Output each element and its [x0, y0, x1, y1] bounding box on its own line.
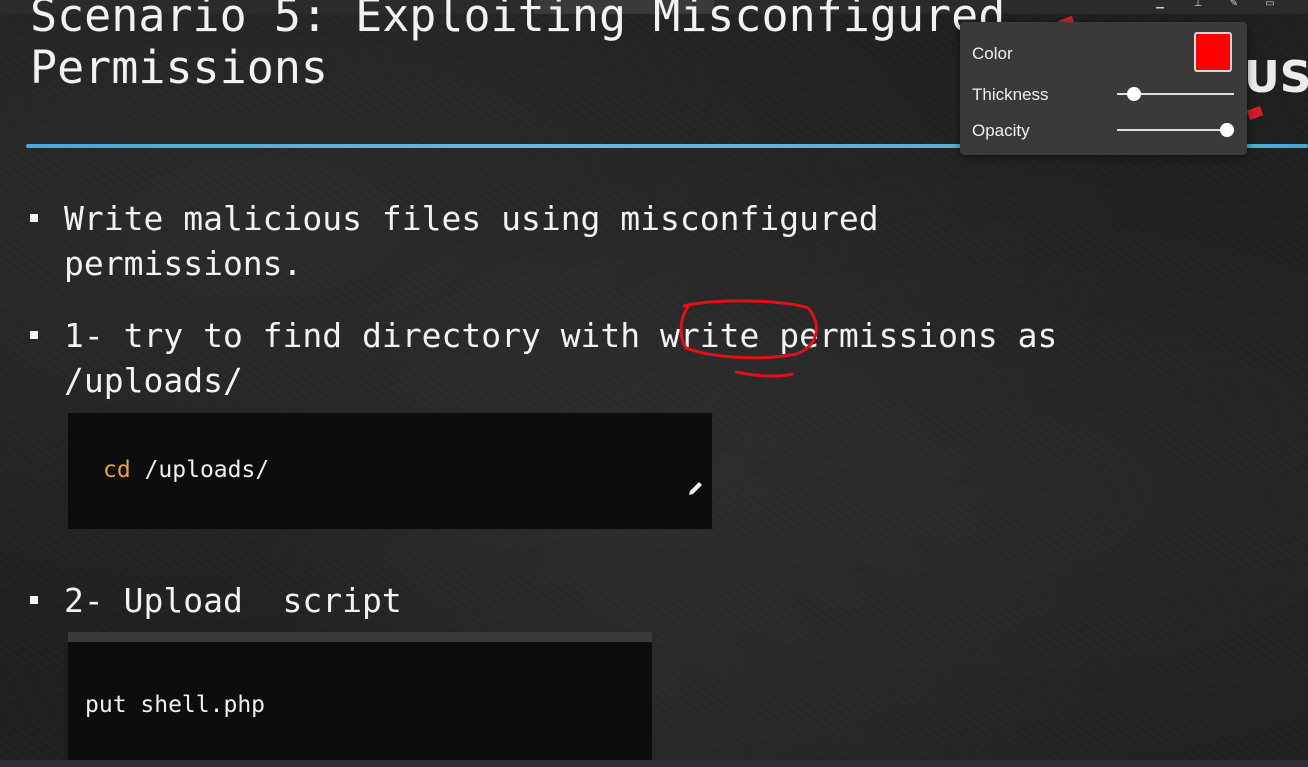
pen-settings-popup: Color Thickness Opacity: [960, 22, 1247, 155]
slide-title-line1: Scenario 5: Exploiting Misconfigured: [30, 0, 1006, 42]
opacity-slider-knob[interactable]: [1220, 123, 1234, 137]
slide-title: Scenario 5: Exploiting Misconfigured Per…: [30, 0, 1005, 94]
slide-title-line2: Permissions: [30, 41, 329, 94]
brand-logo: US: [1244, 52, 1308, 103]
bullet-marker: [30, 214, 38, 222]
bottom-bar: [0, 760, 1308, 767]
code-block: cd /uploads/: [68, 413, 712, 529]
bullet-text: permissions.: [64, 244, 303, 283]
slide-canvas: ▁ ⊥ ✎ ▭ Scenario 5: Exploiting Misconfig…: [0, 0, 1308, 760]
pencil-icon[interactable]: [686, 478, 706, 498]
code-text: /uploads/: [130, 457, 270, 483]
pen-tool-icon[interactable]: ✎: [1226, 0, 1242, 9]
thickness-slider[interactable]: [1117, 87, 1234, 101]
bullet-item: Write malicious files using misconfigure…: [30, 196, 879, 286]
opacity-slider[interactable]: [1117, 123, 1234, 137]
thickness-label: Thickness: [972, 85, 1049, 104]
pin-icon[interactable]: ⊥: [1190, 0, 1206, 9]
code-block: put shell.php: [68, 632, 652, 760]
color-swatch[interactable]: [1194, 32, 1232, 72]
thickness-slider-knob[interactable]: [1127, 87, 1142, 101]
code-keyword: cd: [103, 457, 131, 483]
code-line: put shell.php: [85, 692, 266, 718]
ink-annotation-circle: [679, 299, 818, 378]
bullet-item: 1- try to find directory with write perm…: [30, 313, 1057, 403]
bullet-text: 1- try to find directory with write perm…: [64, 316, 1058, 355]
code-line: cd /uploads/: [103, 457, 269, 483]
bullet-text: /uploads/: [64, 361, 243, 400]
minimize-icon[interactable]: ▁: [1152, 0, 1168, 9]
bullet-text: 2- Upload script: [64, 581, 402, 620]
bullet-text: Write malicious files using misconfigure…: [64, 199, 879, 238]
window-icon[interactable]: ▭: [1262, 0, 1278, 9]
color-label: Color: [972, 44, 1013, 63]
opacity-label: Opacity: [972, 121, 1030, 140]
bullet-marker: [30, 331, 38, 339]
bullet-item: 2- Upload script: [30, 578, 402, 623]
bullet-marker: [30, 596, 38, 604]
logo-accent: [1246, 105, 1264, 121]
